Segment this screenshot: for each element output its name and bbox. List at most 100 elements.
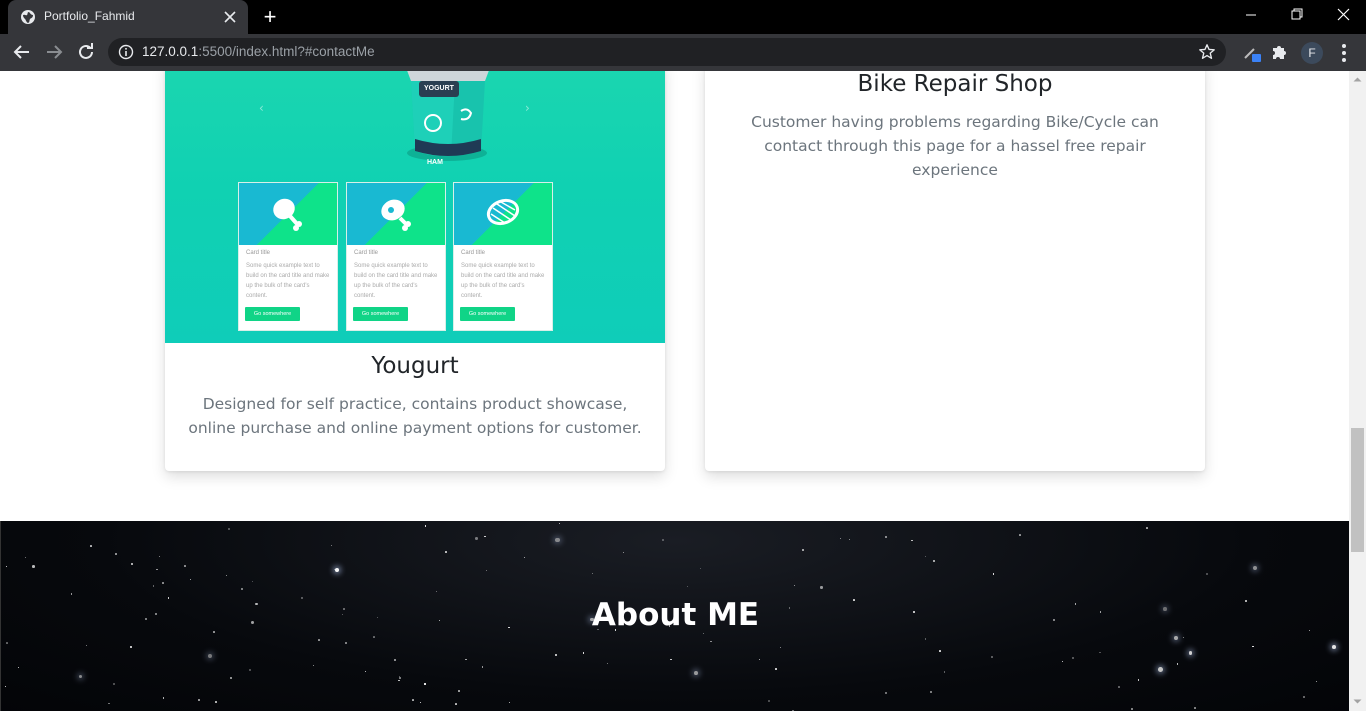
star-dot — [1188, 651, 1192, 655]
profile-avatar[interactable]: F — [1301, 42, 1323, 64]
star-dot — [911, 539, 913, 542]
project-card-yougurt[interactable]: ‹ › YOGURT HAM Card title Some quick exa… — [165, 71, 665, 471]
star-dot — [1252, 565, 1258, 571]
star-dot — [436, 591, 438, 593]
browser-tab[interactable]: Portfolio_Fahmid — [8, 0, 248, 34]
mini-card-title: Card title — [246, 250, 271, 256]
puzzle-icon[interactable] — [1269, 42, 1289, 62]
star-dot — [1137, 679, 1139, 681]
star-dot — [1019, 534, 1021, 536]
star-dot — [240, 588, 243, 591]
star-dot — [372, 635, 375, 638]
star-dot — [939, 650, 942, 653]
star-dot — [930, 691, 933, 694]
star-dot — [424, 525, 427, 527]
star-dot — [344, 641, 347, 644]
star-dot — [1193, 706, 1196, 709]
star-dot — [398, 677, 401, 679]
star-dot — [162, 581, 164, 584]
new-tab-button[interactable]: + — [258, 6, 282, 28]
scrollbar-thumb[interactable] — [1351, 428, 1364, 552]
project-title: Bike Repair Shop — [857, 71, 1053, 97]
back-arrow-icon[interactable] — [10, 40, 34, 64]
star-dot — [78, 675, 82, 679]
star-dot — [208, 653, 213, 658]
star-dot — [364, 671, 366, 673]
star-dot — [1332, 645, 1337, 650]
minimize-button[interactable] — [1228, 0, 1274, 30]
star-dot — [802, 549, 805, 552]
star-dot — [555, 654, 557, 656]
mini-card-text: Some quick example text to build on the … — [461, 263, 545, 299]
star-dot — [112, 682, 115, 686]
star-dot — [197, 699, 200, 702]
mini-card-text: Some quick example text to build on the … — [354, 263, 438, 299]
star-dot — [330, 544, 332, 546]
star-dot — [1315, 680, 1317, 683]
star-dot — [670, 658, 672, 661]
star-dot — [1177, 663, 1179, 665]
forward-arrow-icon[interactable] — [42, 40, 66, 64]
star-dot — [249, 668, 252, 671]
star-dot — [159, 556, 161, 558]
chicken-leg-icon — [273, 198, 302, 231]
url-text[interactable]: 127.0.0.1:5500/index.html?#contactMe — [142, 44, 375, 59]
star-dot — [694, 670, 699, 675]
star-dot — [933, 560, 936, 563]
star-icon[interactable] — [1198, 43, 1216, 61]
star-dot — [623, 551, 625, 553]
project-card-bike-repair-shop[interactable]: Bike Repair Shop Customer having problem… — [705, 71, 1205, 471]
star-dot — [661, 539, 664, 542]
globe-icon — [21, 10, 35, 24]
star-dot — [129, 645, 133, 649]
star-dot — [162, 697, 165, 699]
star-dot — [779, 646, 782, 648]
scroll-down-arrow-icon[interactable] — [1353, 697, 1362, 706]
star-dot — [775, 668, 777, 671]
star-dot — [1131, 707, 1133, 710]
star-dot — [455, 703, 458, 706]
star-dot — [458, 690, 461, 692]
star-dot — [215, 701, 217, 703]
star-dot — [312, 664, 315, 666]
star-dot — [227, 528, 230, 531]
star-dot — [18, 667, 20, 669]
more-vertical-icon[interactable] — [1336, 42, 1352, 64]
star-dot — [484, 536, 486, 538]
star-dot — [591, 572, 594, 575]
star-dot — [1174, 636, 1178, 640]
star-dot — [606, 663, 608, 665]
star-dot — [32, 565, 35, 568]
color-picker-extension-icon[interactable] — [1242, 42, 1262, 62]
project-preview-image: ‹ › YOGURT HAM Card title Some quick exa… — [165, 71, 665, 343]
restore-button[interactable] — [1274, 0, 1320, 30]
star-dot — [943, 671, 946, 673]
info-icon[interactable] — [118, 44, 134, 60]
project-description: Customer having problems regarding Bike/… — [751, 113, 1159, 179]
page-scrollbar[interactable] — [1349, 71, 1366, 711]
reload-icon[interactable] — [74, 40, 98, 64]
star-dot — [25, 556, 27, 558]
star-dot — [767, 700, 770, 702]
star-dot — [481, 666, 484, 668]
scroll-up-arrow-icon[interactable] — [1353, 75, 1362, 84]
about-title: About ME — [591, 597, 760, 633]
yogurt-cup-label: YOGURT — [424, 85, 454, 92]
star-dot — [318, 639, 321, 641]
star-dot — [1183, 636, 1185, 638]
star-dot — [885, 692, 887, 694]
star-dot — [1145, 526, 1148, 529]
close-window-button[interactable] — [1320, 0, 1366, 30]
browser-toolbar: 127.0.0.1:5500/index.html?#contactMe F — [0, 34, 1366, 71]
mini-card-title: Card title — [461, 250, 486, 256]
address-bar[interactable]: 127.0.0.1:5500/index.html?#contactMe — [108, 38, 1226, 66]
star-dot — [156, 568, 158, 571]
mini-card-banner — [347, 183, 445, 245]
star-dot — [5, 642, 8, 644]
star-dot — [686, 585, 689, 588]
steak-icon — [486, 198, 520, 226]
star-dot — [1252, 645, 1254, 648]
tab-strip: Portfolio_Fahmid + — [0, 0, 1366, 34]
star-dot — [820, 586, 823, 589]
tab-close-icon[interactable] — [220, 7, 240, 27]
